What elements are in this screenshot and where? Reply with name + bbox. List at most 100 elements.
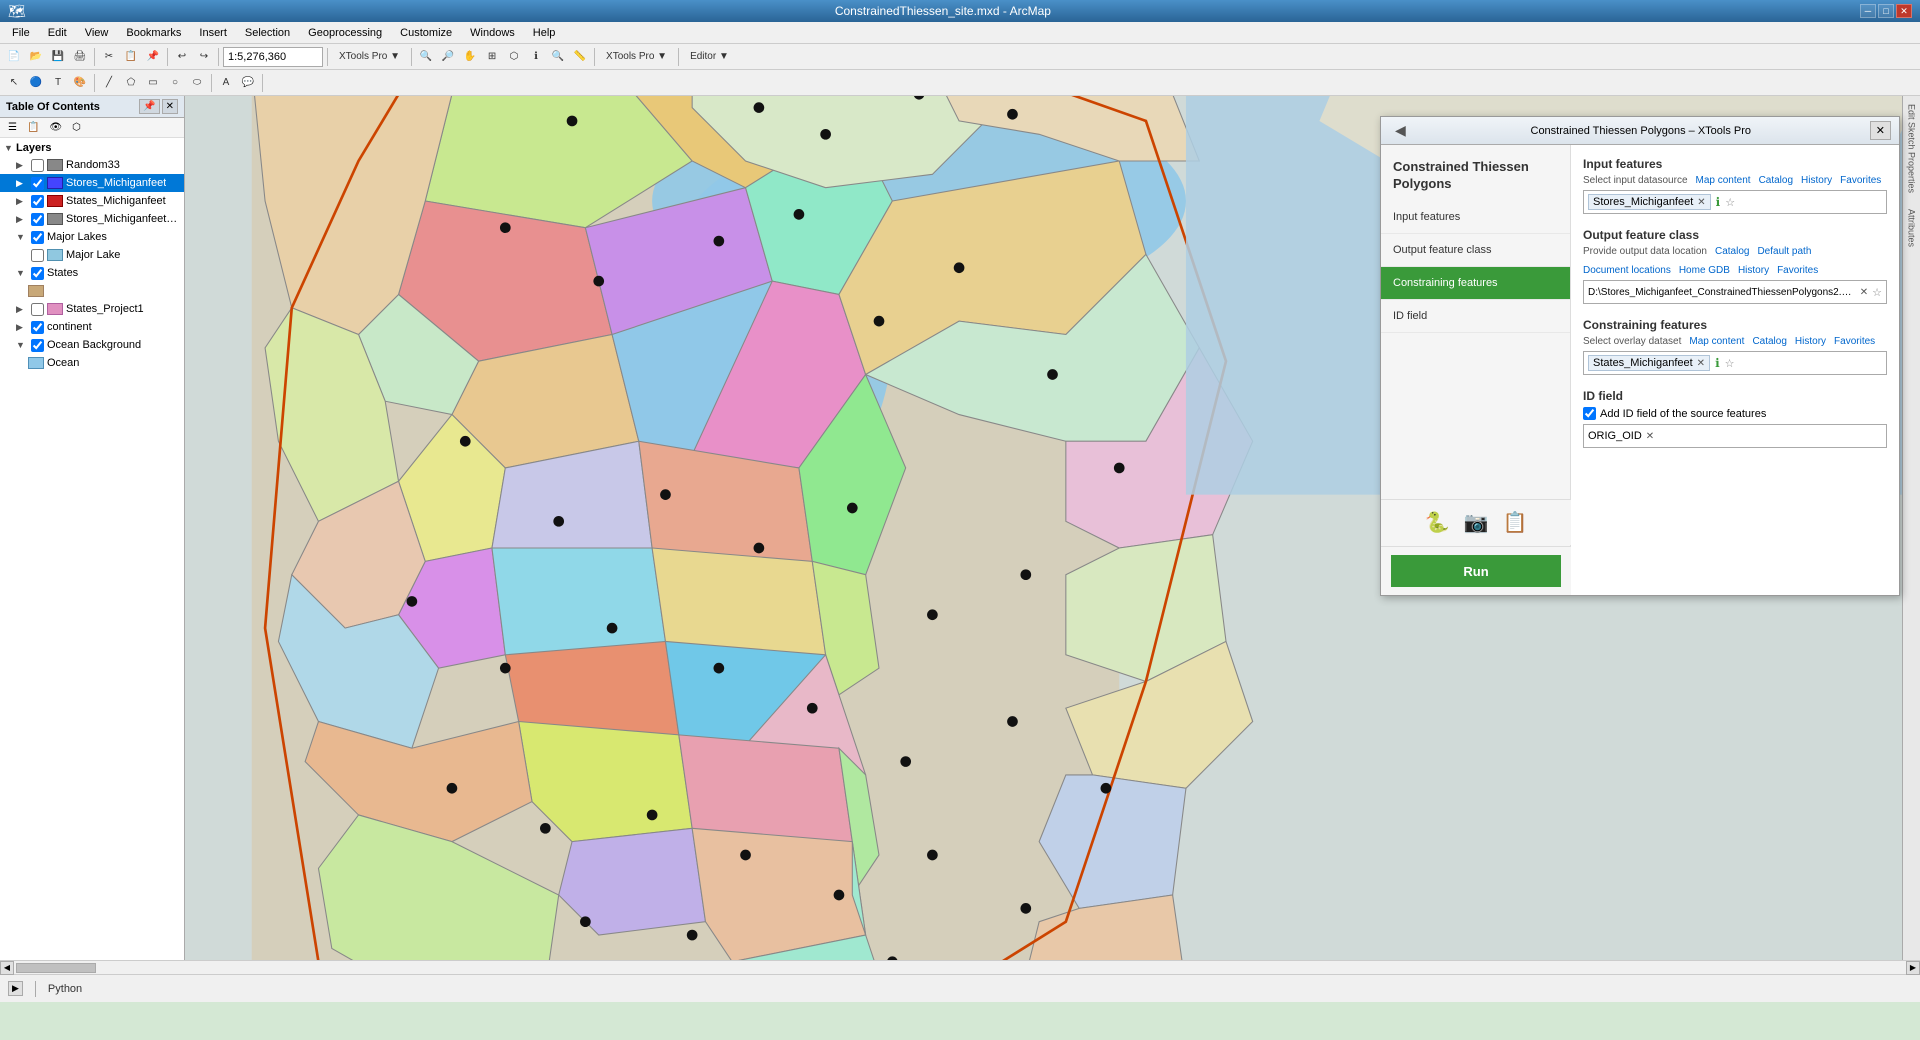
constraining-catalog-link[interactable]: Catalog (1752, 336, 1786, 347)
toc-layer-stores-michiganfeet[interactable]: ▶ Stores_Michiganfeet (0, 174, 184, 192)
circle-btn[interactable]: ○ (165, 73, 185, 93)
nav-id-field[interactable]: ID field (1381, 300, 1570, 333)
python-icon[interactable]: 🐍 (1425, 510, 1450, 535)
id-field-checkbox[interactable] (1583, 407, 1596, 420)
toc-pin-btn[interactable]: 📌 (139, 99, 159, 114)
scale-input[interactable]: 1:5,276,360 (223, 47, 323, 67)
line-btn[interactable]: ╱ (99, 73, 119, 93)
toc-source-btn[interactable]: 📋 (23, 120, 43, 135)
new-btn[interactable]: 📄 (4, 47, 24, 67)
output-path-clear[interactable]: ✕ (1860, 287, 1868, 298)
states-proj-check[interactable] (31, 303, 44, 316)
redo-btn[interactable]: ↪ (194, 47, 214, 67)
toc-expand-btn[interactable]: ▶ (8, 981, 23, 996)
input-favorites-link[interactable]: Favorites (1840, 175, 1881, 186)
input-history-link[interactable]: History (1801, 175, 1832, 186)
stores-check[interactable] (31, 177, 44, 190)
constraining-features-row[interactable]: States_Michiganfeet ✕ ℹ ☆ (1583, 351, 1887, 375)
toc-select-btn[interactable]: ⬡ (68, 120, 85, 135)
pointer-btn[interactable]: ↖ (4, 73, 24, 93)
identify-btn[interactable]: ℹ (526, 47, 546, 67)
input-features-clear[interactable]: ✕ (1697, 197, 1705, 208)
ocean-bg-check[interactable] (31, 339, 44, 352)
results-icon[interactable]: 📋 (1502, 510, 1527, 535)
major-lakes-check[interactable] (31, 231, 44, 244)
constraining-favorites-link[interactable]: Favorites (1834, 336, 1875, 347)
input-map-content-link[interactable]: Map content (1696, 175, 1751, 186)
constraining-history-link[interactable]: History (1795, 336, 1826, 347)
continent-check[interactable] (31, 321, 44, 334)
zoom-in-btn[interactable]: 🔍 (416, 47, 436, 67)
new-text-btn[interactable]: A (216, 73, 236, 93)
scrollbar-thumb[interactable] (16, 963, 96, 973)
output-path-star[interactable]: ☆ (1872, 286, 1882, 299)
run-btn[interactable]: Run (1391, 555, 1561, 587)
output-doclocations-link[interactable]: Document locations (1583, 265, 1671, 276)
nav-input-features[interactable]: Input features (1381, 201, 1570, 234)
toc-layer-states[interactable]: ▼ States (0, 264, 184, 282)
input-info-btn[interactable]: ℹ (1716, 195, 1721, 209)
measure-btn[interactable]: 📏 (570, 47, 590, 67)
scroll-left-btn[interactable]: ◀ (0, 961, 14, 975)
xtoolspro-btn[interactable]: XTools Pro ▼ (332, 47, 407, 67)
toc-layer-states-project1[interactable]: ▶ States_Project1 (0, 300, 184, 318)
states-check[interactable] (31, 267, 44, 280)
major-lake-sub-check[interactable] (31, 249, 44, 262)
scroll-right-btn[interactable]: ▶ (1906, 961, 1920, 975)
toc-vis-btn[interactable]: 👁 (45, 120, 66, 135)
toc-layer-states-sub[interactable] (0, 282, 184, 300)
output-catalog-link[interactable]: Catalog (1715, 246, 1749, 257)
output-defaultpath-link[interactable]: Default path (1757, 246, 1811, 257)
toc-layer-stores-constrained[interactable]: ▶ Stores_Michiganfeet_Constraine... (0, 210, 184, 228)
toc-layer-random33[interactable]: ▶ Random33 (0, 156, 184, 174)
toc-layer-major-lake-sub[interactable]: Major Lake (0, 246, 184, 264)
output-favorites-link[interactable]: Favorites (1777, 265, 1818, 276)
rect-btn[interactable]: ▭ (143, 73, 163, 93)
paste-btn[interactable]: 📌 (143, 47, 163, 67)
draw-btn[interactable]: 🔵 (26, 73, 46, 93)
toc-list-view-btn[interactable]: ☰ (4, 120, 21, 135)
menu-geoprocessing[interactable]: Geoprocessing (300, 25, 390, 41)
menu-windows[interactable]: Windows (462, 25, 523, 41)
screenshot-icon[interactable]: 📷 (1464, 510, 1489, 535)
id-field-row[interactable]: ORIG_OID ✕ (1583, 424, 1887, 448)
xtools-back-btn[interactable]: ◀ (1389, 120, 1412, 141)
select-btn[interactable]: ⬡ (504, 47, 524, 67)
attributes-label[interactable]: Attributes (1905, 205, 1919, 251)
menu-selection[interactable]: Selection (237, 25, 298, 41)
fill-btn[interactable]: 🎨 (70, 73, 90, 93)
print-btn[interactable]: 🖨 (70, 47, 90, 67)
layers-group[interactable]: ▼ Layers (0, 140, 184, 156)
toc-layer-states-michiganfeet[interactable]: ▶ States_Michiganfeet (0, 192, 184, 210)
maximize-btn[interactable]: □ (1878, 4, 1894, 18)
input-features-row[interactable]: Stores_Michiganfeet ✕ ℹ ☆ (1583, 190, 1887, 214)
menu-view[interactable]: View (77, 25, 117, 41)
open-btn[interactable]: 📂 (26, 47, 46, 67)
id-field-clear[interactable]: ✕ (1646, 431, 1654, 442)
nav-output-feature-class[interactable]: Output feature class (1381, 234, 1570, 267)
xtools-close-btn[interactable]: ✕ (1870, 121, 1891, 140)
menu-bookmarks[interactable]: Bookmarks (118, 25, 189, 41)
xtoolspro2-btn[interactable]: XTools Pro ▼ (599, 47, 674, 67)
nav-constraining-features[interactable]: Constraining features (1381, 267, 1570, 300)
constraining-info-btn[interactable]: ℹ (1715, 356, 1720, 370)
text-btn[interactable]: T (48, 73, 68, 93)
full-extent-btn[interactable]: ⊞ (482, 47, 502, 67)
save-btn[interactable]: 💾 (48, 47, 68, 67)
menu-help[interactable]: Help (525, 25, 564, 41)
id-field-checkbox-label[interactable]: Add ID field of the source features (1600, 408, 1766, 420)
menu-file[interactable]: File (4, 25, 38, 41)
states-mich-check[interactable] (31, 195, 44, 208)
toc-layer-major-lakes[interactable]: ▼ Major Lakes (0, 228, 184, 246)
input-catalog-link[interactable]: Catalog (1759, 175, 1793, 186)
undo-btn[interactable]: ↩ (172, 47, 192, 67)
find-btn[interactable]: 🔍 (548, 47, 568, 67)
random33-check[interactable] (31, 159, 44, 172)
toc-layer-ocean-sub[interactable]: Ocean (0, 354, 184, 372)
close-btn[interactable]: ✕ (1896, 4, 1912, 18)
input-star-btn[interactable]: ☆ (1725, 196, 1735, 209)
toc-close-btn[interactable]: ✕ (162, 99, 178, 114)
constraining-map-content-link[interactable]: Map content (1689, 336, 1744, 347)
copy-btn[interactable]: 📋 (121, 47, 141, 67)
menu-edit[interactable]: Edit (40, 25, 75, 41)
